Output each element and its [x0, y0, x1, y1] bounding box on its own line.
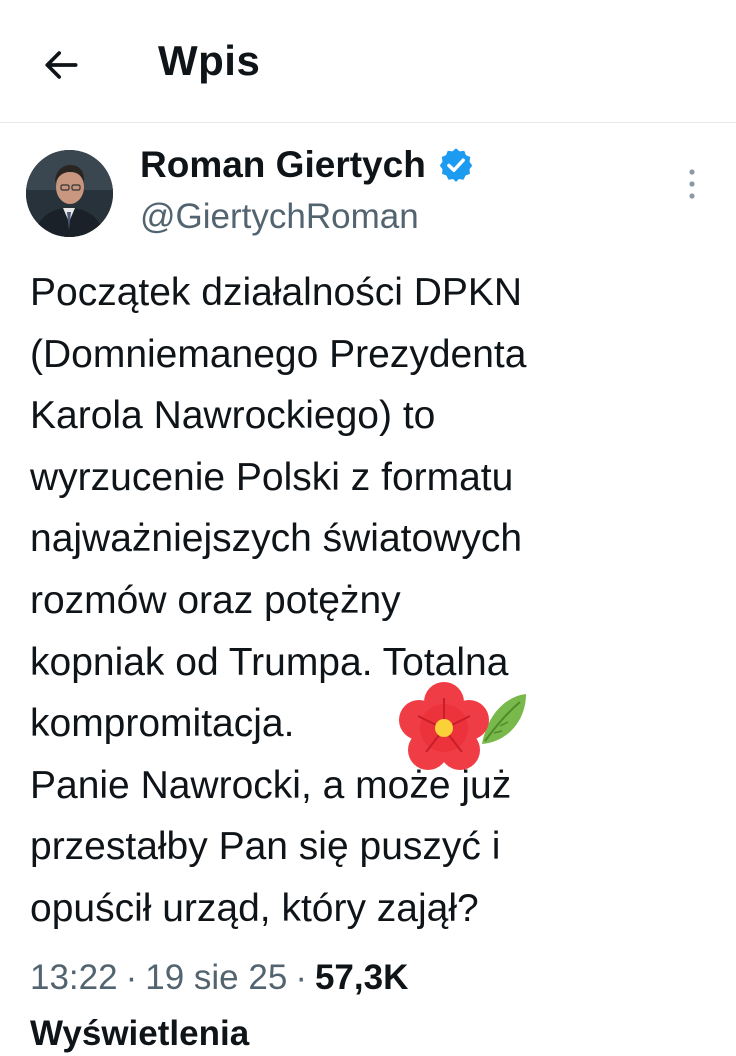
avatar[interactable] [26, 150, 113, 237]
top-bar: Wpis [0, 0, 736, 123]
views-count: 57,3K [314, 958, 409, 997]
tweet-text-line: wyrzucenie Polski z formatu [30, 455, 514, 499]
tweet-text: Początek działalności DPKN (Domniemanego… [30, 262, 720, 940]
author-name-text: Roman Giertych [140, 144, 426, 185]
tweet-text-line: kopniak od Trumpa. Totalna [30, 640, 509, 684]
avatar-photo [26, 150, 113, 237]
tweet-text-line: (Domniemanego Prezydenta [30, 332, 527, 376]
tweet-text-line: opuścił urząd, który zajął? [30, 886, 479, 930]
tweet-text-line: rozmów oraz potężny [30, 578, 401, 622]
flower-emoji [399, 682, 526, 770]
tweet-text-line: Karola Nawrockiego) to [30, 394, 436, 438]
tweet-meta: 13:22 · 19 sie 25 · 57,3K [30, 956, 408, 1000]
tweet-time[interactable]: 13:22 [30, 958, 118, 997]
tweet-text-line: najważniejszych światowych [30, 517, 523, 561]
meta-separator: · [295, 958, 307, 997]
back-button[interactable] [36, 40, 86, 90]
views-label[interactable]: Wyświetlenia [30, 1012, 249, 1056]
tweet-text-line: przestałby Pan się puszyć i [30, 825, 501, 869]
meta-separator: · [125, 958, 138, 997]
tweet-text-line: kompromitacja. [30, 702, 295, 746]
verified-badge-icon [439, 148, 472, 182]
arrow-left-icon [45, 51, 78, 79]
more-options-button[interactable] [672, 162, 712, 206]
tweet-date[interactable]: 19 sie 25 [145, 958, 287, 997]
author-handle[interactable]: @GiertychRoman [140, 196, 419, 238]
more-vertical-icon [689, 169, 695, 199]
tweet-text-line: Panie Nawrocki, a może już [30, 763, 512, 807]
page-title: Wpis [158, 37, 261, 84]
tweet-text-line: Początek działalności DPKN [30, 271, 523, 314]
author-name[interactable]: Roman Giertych [140, 144, 474, 186]
